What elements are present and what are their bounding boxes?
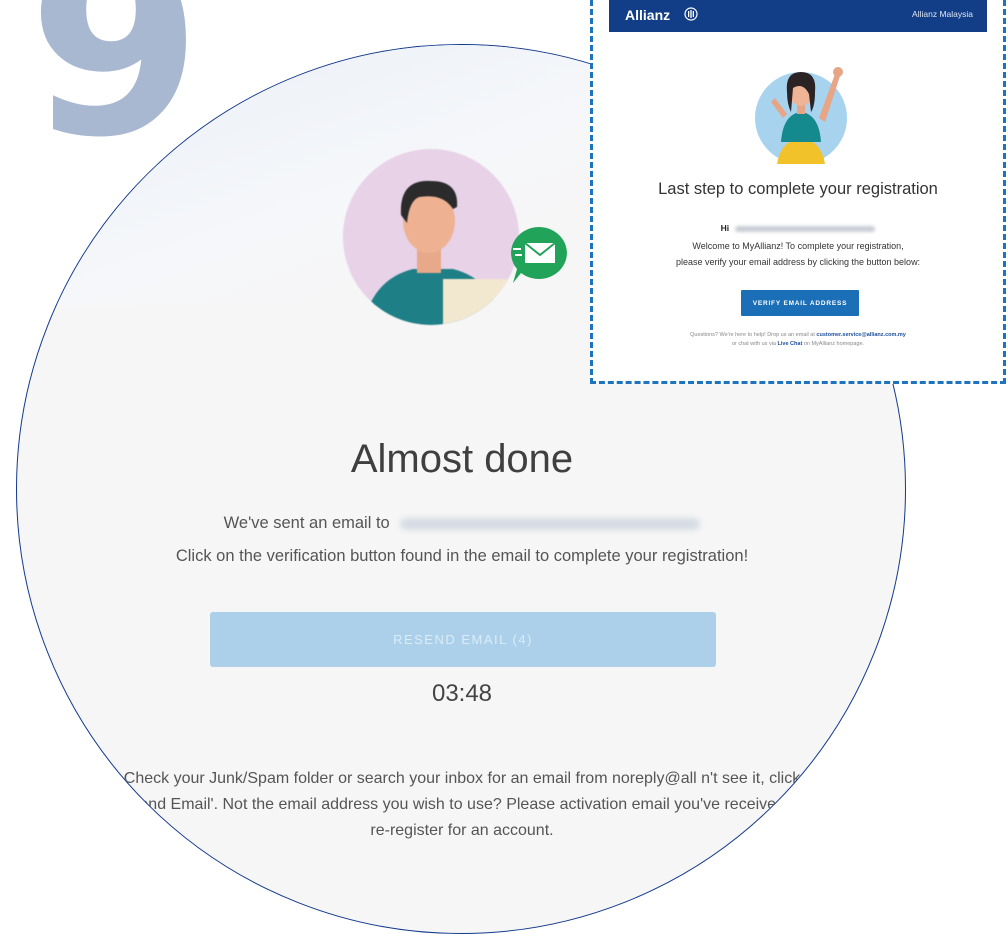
live-chat-link[interactable]: Live Chat [778,341,803,347]
verify-email-button[interactable]: VERIFY EMAIL ADDRESS [741,290,859,316]
mail-bubble-icon [507,225,571,285]
welcome-line-1: Welcome to MyAllianz! To complete your r… [692,241,904,251]
verification-email-callout: Allianz Allianz Malaysia Last step to co… [590,0,1006,384]
brand-name: Allianz [625,7,671,23]
user-avatar-illustration [343,149,519,325]
footer-suffix: on MyAllianz homepage. [803,341,865,347]
email-title: Last step to complete your registration [658,180,938,198]
allianz-logo-icon [684,7,698,21]
footer-mid: or chat with us via [731,341,776,347]
verification-instruction: Click on the verification button found i… [175,547,749,565]
greeting-text: Hi [720,223,730,233]
page-title: Almost done [350,437,574,481]
email-footer: Questions? We're here to help! Drop us a… [593,331,1003,349]
support-email-link[interactable]: customer.service@allianz.com.my [816,332,905,338]
email-sent-message: We've sent an email to [17,514,905,533]
footer-prefix: Questions? We're here to help! Drop us a… [690,332,815,338]
celebrating-woman-illustration [753,52,853,168]
welcome-line-2: please verify your email address by clic… [675,257,921,267]
email-sent-text: We've sent an email to [223,514,390,532]
redacted-email-address [400,517,701,530]
email-header-bar: Allianz Allianz Malaysia [609,0,987,32]
greeting-line: Hi [593,223,1003,233]
brand-region: Allianz Malaysia [912,9,973,19]
countdown-timer: 03:48 [431,680,493,707]
redacted-user-name [735,225,876,232]
welcome-message: Welcome to MyAllianz! To complete your r… [593,238,1003,270]
resend-email-button[interactable]: RESEND EMAIL (4) [210,612,716,667]
junk-folder-help-text: Check your Junk/Spam folder or search yo… [107,770,817,839]
